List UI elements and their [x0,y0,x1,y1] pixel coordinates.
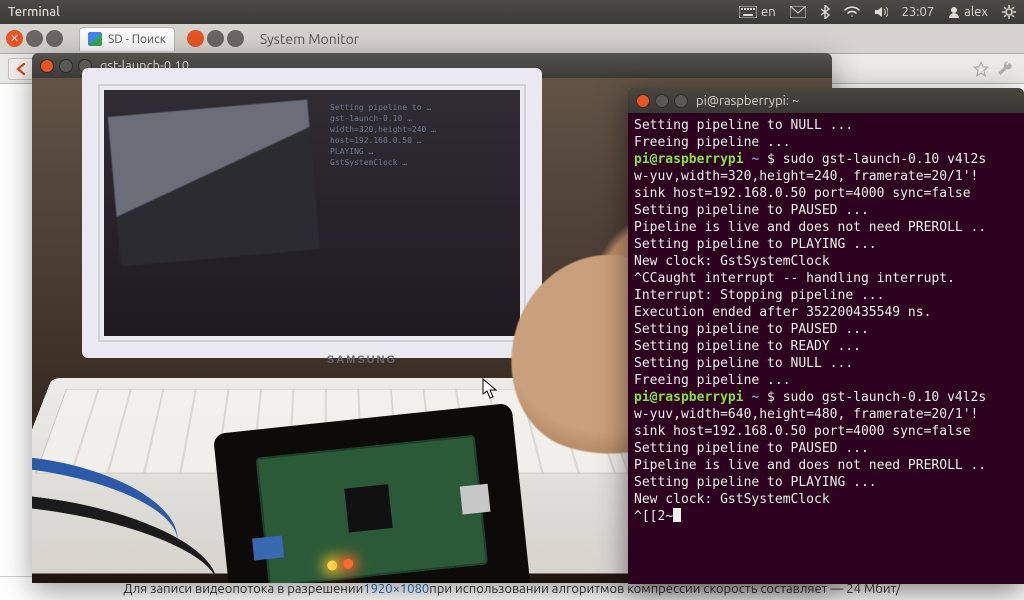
bluetooth-indicator[interactable] [820,5,830,19]
browser-window-controls: ✕ [6,30,63,47]
speaker-icon [874,5,888,19]
top-menubar: Terminal en 23:07 alex [0,0,1024,24]
mouse-cursor-icon [482,378,498,400]
raspberry-pi [213,403,531,583]
active-app-title: Terminal [8,5,60,19]
wrench-icon[interactable] [996,60,1014,78]
maximize-button[interactable] [46,30,63,47]
minimize-button[interactable] [59,59,73,73]
netbook-brand: SAMSUNG [327,354,397,366]
mail-indicator[interactable] [790,6,806,18]
close-button[interactable] [40,59,54,73]
sound-indicator[interactable] [874,5,888,19]
wifi-indicator[interactable] [844,6,860,18]
browser-tabstrip: ✕ SD - Поиск System Monitor [0,24,1024,54]
mail-icon [790,6,806,18]
google-favicon-icon [88,32,102,46]
keyboard-lang: en [761,5,776,19]
tab2-window-controls [187,30,244,47]
netbook-screen: Setting pipeline to …gst-launch-0.10 …wi… [82,68,542,358]
bluetooth-icon [820,5,830,19]
user-icon [948,6,960,18]
tab2-title[interactable]: System Monitor [260,31,359,47]
window-title: pi@raspberrypi: ~ [696,94,799,108]
system-menu[interactable] [1002,5,1016,19]
wifi-icon [844,6,860,18]
gear-icon [1002,5,1016,19]
minimize-button[interactable] [207,30,224,47]
maximize-button[interactable] [674,94,688,108]
star-icon[interactable] [972,60,990,78]
footer-pre: Для записи видеопотока в разрешении [123,582,363,596]
minimize-button[interactable] [26,30,43,47]
ssh-terminal-window[interactable]: pi@raspberrypi: ~ Setting pipeline to NU… [628,88,1024,584]
user-name: alex [964,5,988,19]
close-button[interactable] [636,94,650,108]
minimize-button[interactable] [655,94,669,108]
close-button[interactable]: ✕ [6,30,23,47]
footer-link[interactable]: 1920×1080 [363,582,429,596]
terminal-output[interactable]: Setting pipeline to NULL ... Freeing pip… [628,113,1024,584]
keyboard-indicator[interactable]: en [739,5,776,19]
ssh-titlebar[interactable]: pi@raspberrypi: ~ [628,88,1024,113]
close-button[interactable] [187,30,204,47]
user-menu[interactable]: alex [948,5,988,19]
clock[interactable]: 23:07 [902,5,935,19]
maximize-button[interactable] [227,30,244,47]
arrow-left-icon [14,62,30,76]
keyboard-icon [739,6,757,18]
browser-tab-1[interactable]: SD - Поиск [79,27,175,51]
tab-label: SD - Поиск [108,33,166,46]
